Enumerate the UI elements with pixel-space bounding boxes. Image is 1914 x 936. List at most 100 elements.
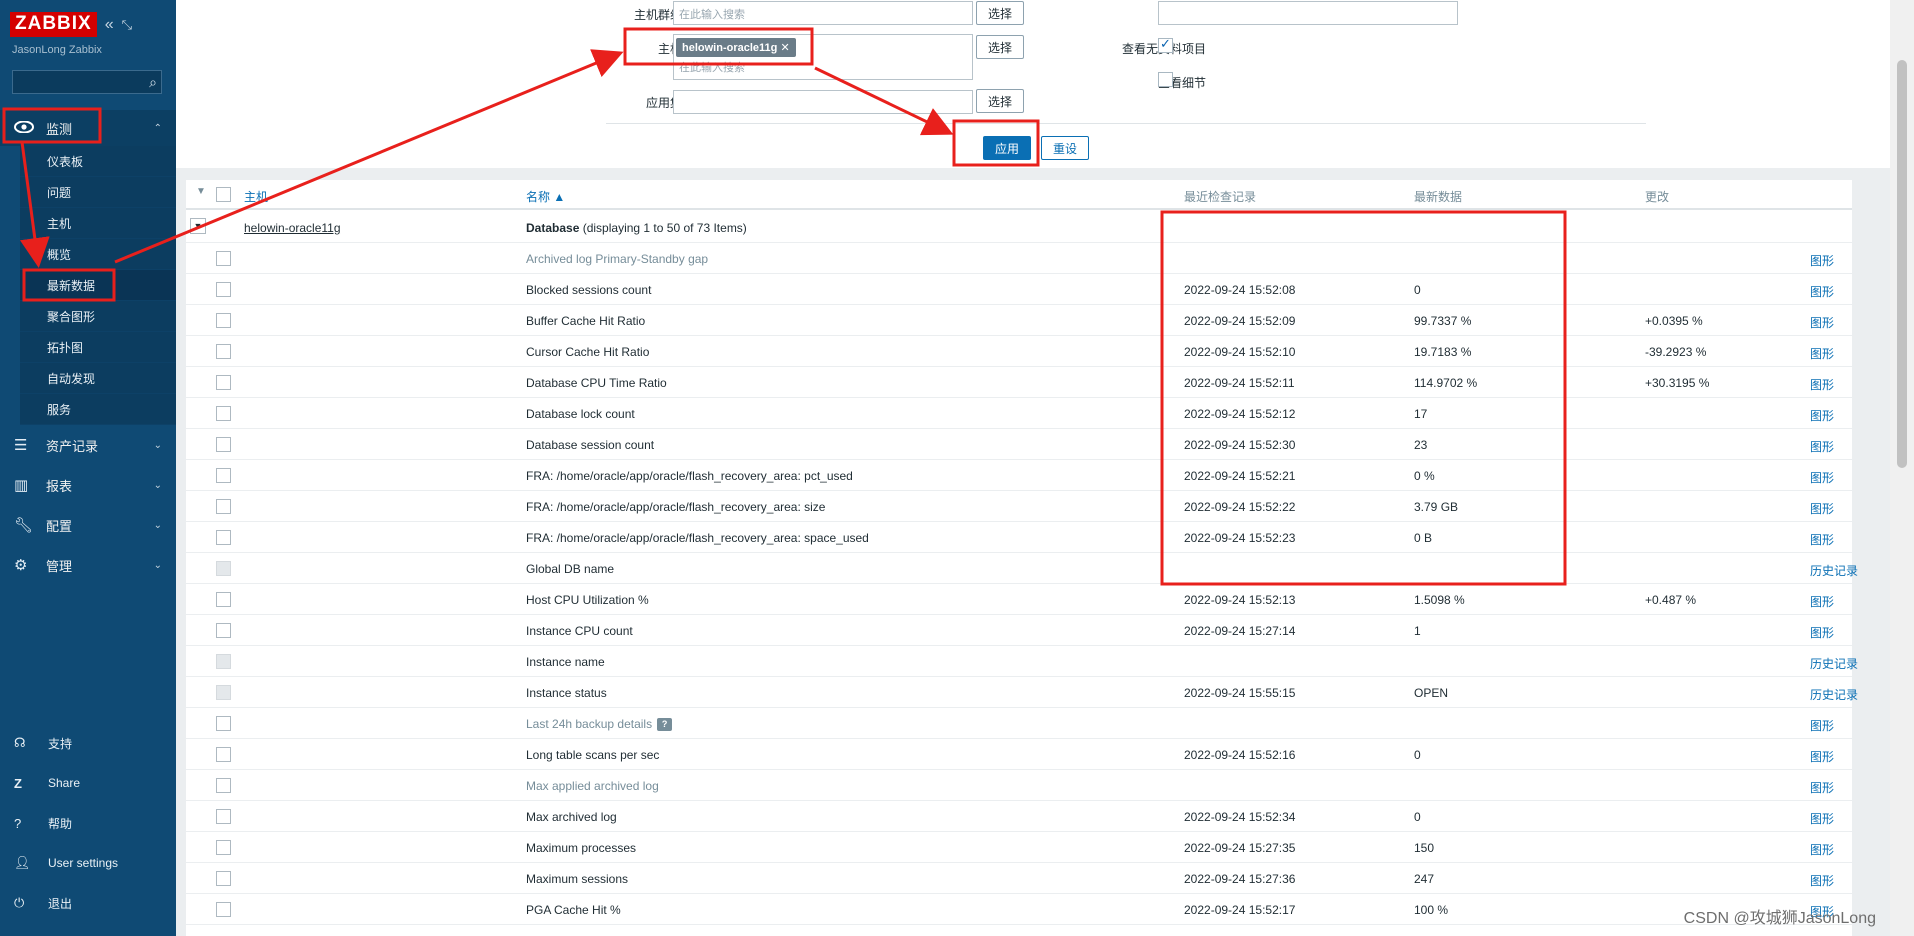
help-badge-icon[interactable]: ? [657, 718, 673, 731]
col-last-check: 最近检查记录 [1184, 190, 1257, 204]
row-checkbox[interactable] [216, 623, 231, 638]
item-action-link[interactable]: 历史记录 [1810, 562, 1858, 579]
row-checkbox[interactable] [216, 592, 231, 607]
sidebar-item-dashboard[interactable]: 仪表板 [20, 146, 176, 177]
share-icon: Z [14, 775, 22, 791]
row-checkbox[interactable] [216, 716, 231, 731]
table-row: Max applied archived log 图形 [186, 770, 1852, 801]
row-checkbox[interactable] [216, 282, 231, 297]
sidebar-item-problems[interactable]: 问题 [20, 177, 176, 208]
item-action-link[interactable]: 历史记录 [1810, 686, 1858, 703]
host-select-button[interactable]: 选择 [976, 35, 1024, 59]
sidebar-item-services[interactable]: 服务 [20, 394, 176, 425]
reset-button[interactable]: 重设 [1041, 136, 1089, 160]
sidebar-search-input[interactable]: ⌕ [12, 70, 162, 94]
row-checkbox[interactable] [216, 840, 231, 855]
item-last-value: 247 [1414, 872, 1435, 886]
remove-tag-icon[interactable]: ✕ [780, 42, 789, 54]
row-checkbox[interactable] [216, 468, 231, 483]
nav-monitoring[interactable]: 监测 ⌃ [0, 110, 176, 146]
name-input[interactable] [1158, 1, 1458, 25]
row-checkbox[interactable] [216, 313, 231, 328]
nav-user-settings[interactable]: 👤︎ User settings [0, 848, 176, 878]
item-last-check: 2022-09-24 15:27:14 [1184, 624, 1296, 638]
filter-panel: 主机群组 在此输入搜索 选择 主机 在此输入搜索 helowin-oracle1… [176, 0, 1890, 168]
show-items-without-data-checkbox[interactable] [1158, 36, 1173, 53]
item-action-link[interactable]: 图形 [1810, 407, 1834, 424]
item-action-link[interactable]: 图形 [1810, 748, 1834, 765]
row-checkbox[interactable] [216, 406, 231, 421]
show-details-checkbox[interactable] [1158, 72, 1173, 87]
item-name-text: Archived log Primary-Standby gap [526, 252, 709, 266]
kiosk-mode-icon[interactable]: ⤡ [122, 17, 132, 33]
host-group-select-button[interactable]: 选择 [976, 1, 1024, 25]
row-checkbox[interactable] [216, 375, 231, 390]
nav-administration[interactable]: ⚙ 管理 ⌄ [0, 547, 176, 583]
item-last-check: 2022-09-24 15:52:11 [1184, 376, 1295, 390]
item-action-link[interactable]: 图形 [1810, 283, 1834, 300]
scrollbar-thumb[interactable] [1897, 60, 1907, 468]
item-action-link[interactable]: 图形 [1810, 500, 1834, 517]
item-action-link[interactable]: 图形 [1810, 438, 1834, 455]
nav-help[interactable]: ? 帮助 [0, 808, 176, 838]
host-tag[interactable]: helowin-oracle11g ✕ [676, 38, 796, 57]
item-action-link[interactable]: 图形 [1810, 345, 1834, 362]
item-action-link[interactable]: 图形 [1810, 593, 1834, 610]
item-action-link[interactable]: 图形 [1810, 717, 1834, 734]
nav-reports[interactable]: ▥ 报表 ⌄ [0, 467, 176, 503]
item-action-link[interactable]: 图形 [1810, 469, 1834, 486]
nav-configuration[interactable]: 🔧︎ 配置 ⌄ [0, 507, 176, 543]
row-checkbox[interactable] [216, 499, 231, 514]
row-checkbox[interactable] [216, 778, 231, 793]
application-input[interactable] [673, 90, 973, 114]
search-icon[interactable]: ⌕ [149, 74, 157, 91]
nav-share[interactable]: Z Share [0, 768, 176, 798]
item-action-link[interactable]: 图形 [1810, 252, 1834, 269]
latest-data-table: ▼ 主机 名称 ▲ 最近检查记录 最新数据 更改 ▼ helowin-oracl… [186, 180, 1858, 936]
group-host[interactable]: helowin-oracle11g [244, 221, 341, 235]
item-action-link[interactable]: 图形 [1810, 841, 1834, 858]
row-checkbox[interactable] [216, 747, 231, 762]
sidebar-item-maps[interactable]: 拓扑图 [20, 332, 176, 363]
nav-inventory[interactable]: ☰ 资产记录 ⌄ [0, 427, 176, 463]
watermark: CSDN @攻城狮JasonLong [1683, 910, 1876, 927]
col-host[interactable]: 主机 [244, 188, 268, 205]
item-action-link[interactable]: 历史记录 [1810, 655, 1858, 672]
row-checkbox[interactable] [216, 251, 231, 266]
col-name[interactable]: 名称 ▲ [526, 188, 565, 205]
item-action-link[interactable]: 图形 [1810, 810, 1834, 827]
sidebar-item-hosts[interactable]: 主机 [20, 208, 176, 239]
application-select-button[interactable]: 选择 [976, 89, 1024, 113]
nav-support[interactable]: ☊ 支持 [0, 728, 176, 758]
item-action-link[interactable]: 图形 [1810, 779, 1834, 796]
row-checkbox[interactable] [216, 871, 231, 886]
sidebar-item-discovery[interactable]: 自动发现 [20, 363, 176, 394]
item-action-link[interactable]: 图形 [1810, 872, 1834, 889]
nav-sign-out[interactable]: ⏻ 退出 [0, 888, 176, 918]
item-action-link[interactable]: 图形 [1810, 624, 1834, 641]
sidebar-item-overview[interactable]: 概览 [20, 239, 176, 270]
item-last-value: 114.9702 % [1414, 376, 1478, 390]
row-checkbox[interactable] [216, 902, 231, 917]
row-checkbox[interactable] [216, 809, 231, 824]
item-name-text: Buffer Cache Hit Ratio [526, 314, 646, 328]
item-last-value: 99.7337 % [1414, 314, 1472, 328]
row-checkbox[interactable] [216, 530, 231, 545]
item-name-text: Long table scans per sec [526, 748, 660, 762]
row-checkbox[interactable] [216, 344, 231, 359]
zabbix-logo[interactable]: ZABBIX [10, 12, 97, 37]
item-action-link[interactable]: 图形 [1810, 531, 1834, 548]
item-action-link[interactable]: 图形 [1810, 376, 1834, 393]
collapse-sidebar-icon[interactable]: « [105, 16, 114, 34]
collapse-all-icon[interactable]: ▼ [196, 186, 206, 197]
page-scrollbar[interactable] [1890, 0, 1914, 936]
item-action-link[interactable]: 图形 [1810, 314, 1834, 331]
sidebar-item-latest-data[interactable]: 最新数据 [20, 270, 176, 301]
item-last-check: 2022-09-24 15:52:21 [1184, 469, 1296, 483]
sidebar-item-screens[interactable]: 聚合图形 [20, 301, 176, 332]
apply-button[interactable]: 应用 [983, 136, 1031, 160]
host-group-input[interactable]: 在此输入搜索 [673, 1, 973, 25]
select-all-checkbox[interactable] [216, 187, 231, 202]
collapse-group-icon[interactable]: ▼ [190, 218, 206, 234]
row-checkbox[interactable] [216, 437, 231, 452]
